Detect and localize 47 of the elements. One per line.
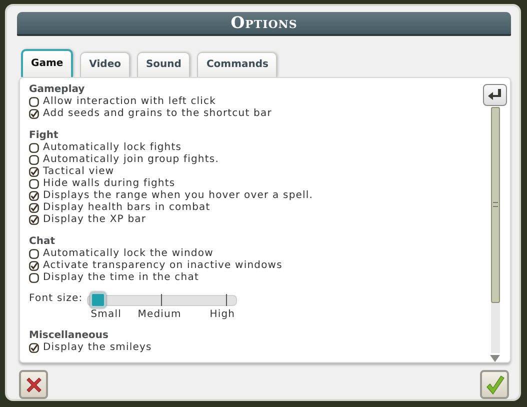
checkbox-label: Hide walls during fights — [43, 178, 176, 190]
checkbox[interactable] — [29, 342, 39, 353]
checkbox[interactable] — [29, 154, 39, 165]
checkbox[interactable] — [29, 214, 39, 225]
check-icon — [484, 374, 504, 394]
return-arrow-icon — [487, 88, 503, 102]
scrollbar[interactable] — [490, 106, 500, 354]
window-title: Options — [230, 13, 298, 32]
checkbox[interactable] — [29, 142, 39, 153]
slider-stop-label: High — [210, 308, 236, 320]
checkbox[interactable] — [29, 248, 39, 259]
checkbox-label: Display the time in the chat — [43, 272, 199, 284]
checkbox-label: Display health bars in combat — [43, 202, 210, 214]
section-heading: Gameplay — [29, 82, 86, 96]
slider-stop-label: Small — [90, 308, 122, 320]
confirm-button[interactable] — [480, 370, 509, 399]
checkbox-label: Automatically join group fights. — [43, 154, 219, 166]
checkbox[interactable] — [29, 178, 39, 189]
return-button[interactable] — [483, 84, 507, 106]
tab[interactable]: Game — [21, 48, 74, 77]
checkbox[interactable] — [29, 272, 39, 283]
checkbox-label: Tactical view — [43, 166, 114, 178]
cancel-button[interactable] — [19, 370, 48, 399]
checkbox-label: Automatically lock fights — [43, 142, 182, 154]
section-heading: Miscellaneous — [29, 328, 110, 342]
section-heading: Fight — [29, 128, 60, 142]
slider-thumb[interactable] — [90, 292, 106, 308]
section-heading: Chat — [29, 234, 56, 248]
slider-label: Font size: — [29, 292, 83, 306]
tab[interactable]: Video — [80, 52, 130, 77]
checkbox[interactable] — [29, 96, 39, 107]
checkbox[interactable] — [29, 108, 39, 119]
slider-stop-label: Medium — [138, 308, 182, 320]
font-size-slider[interactable] — [86, 294, 237, 306]
checkbox[interactable] — [29, 202, 39, 213]
checkbox-label: Display the smileys — [43, 342, 152, 354]
checkbox-label: Automatically lock the window — [43, 248, 214, 260]
checkbox-label: Displays the range when you hover over a spell. — [43, 190, 314, 202]
checkbox[interactable] — [29, 190, 39, 201]
checkbox-label: Allow interaction with left click — [43, 96, 216, 108]
tab[interactable]: Commands — [197, 52, 278, 77]
checkbox-label: Add seeds and grains to the shortcut bar — [43, 108, 272, 120]
checkbox-label: Display the XP bar — [43, 214, 146, 226]
checkbox[interactable] — [29, 166, 39, 177]
tab[interactable]: Sound — [136, 52, 190, 77]
checkbox[interactable] — [29, 260, 39, 271]
checkbox-label: Activate transparency on inactive windows — [43, 260, 282, 272]
